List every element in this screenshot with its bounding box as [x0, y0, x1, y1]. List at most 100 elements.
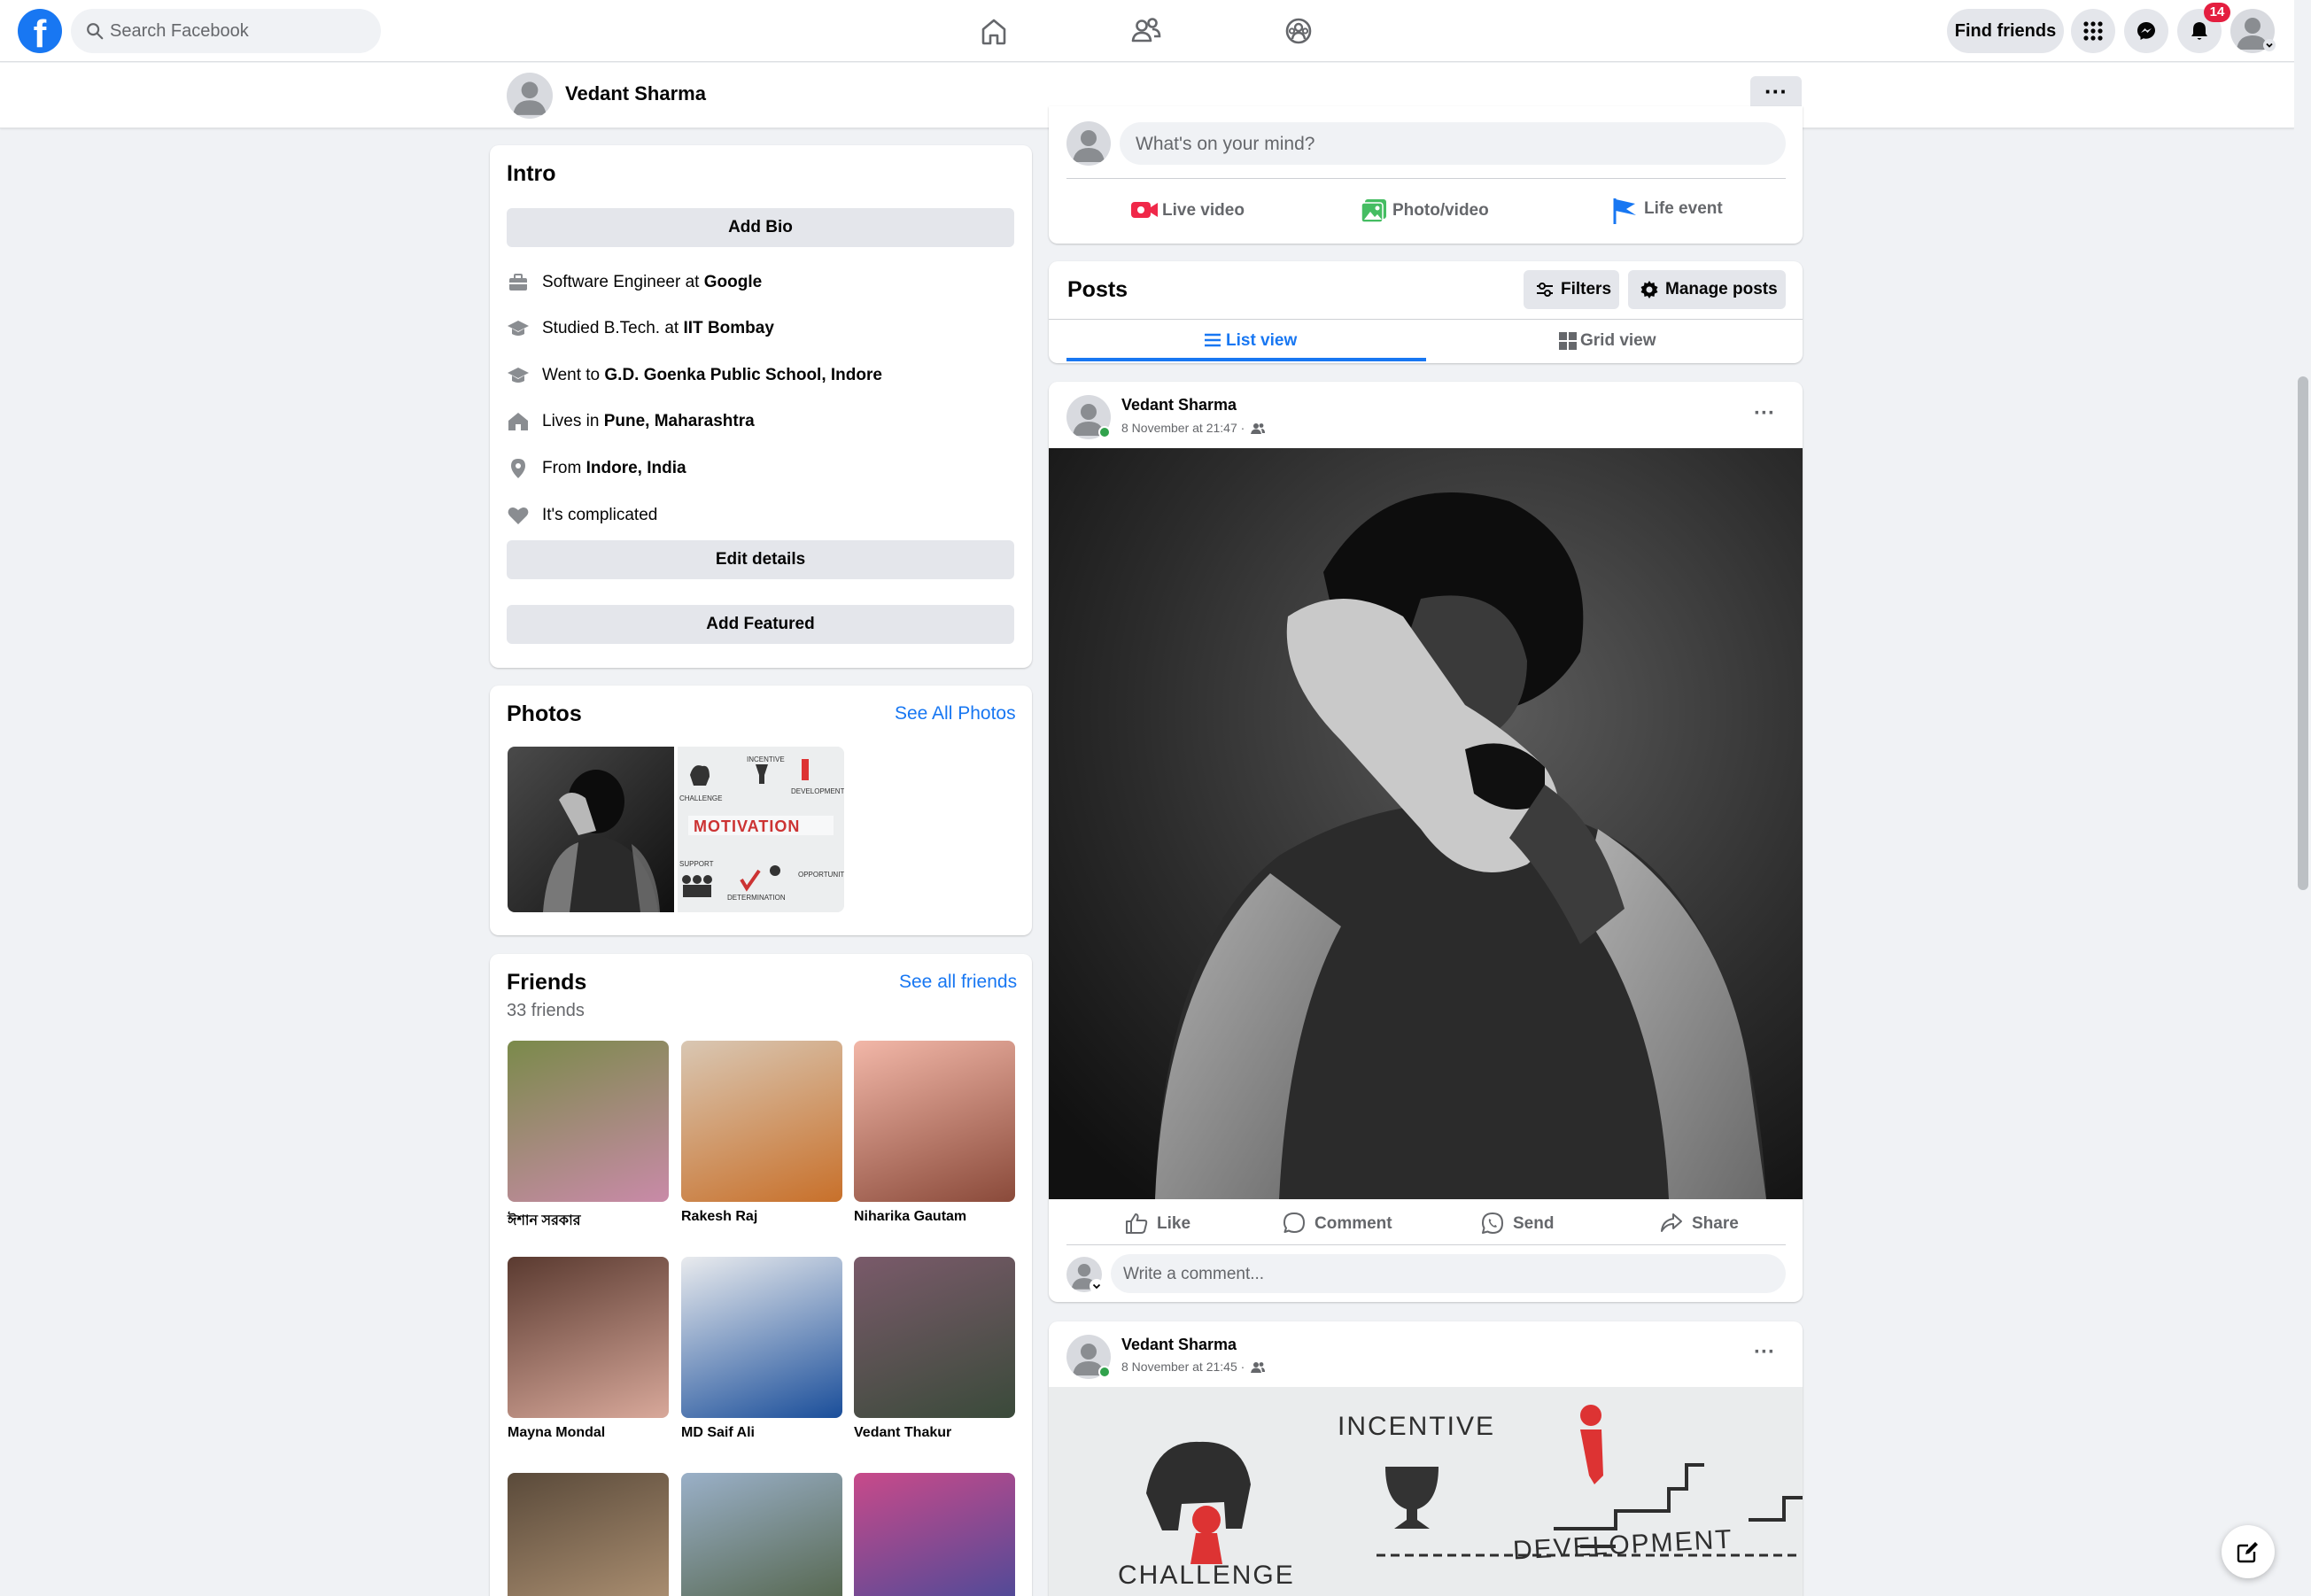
intro-work-company[interactable]: Google	[704, 273, 762, 291]
photo-icon	[1361, 199, 1386, 223]
friend-tile[interactable]: MD Saif Ali	[681, 1257, 842, 1441]
post-timestamp[interactable]: 8 November at 21:45 ·	[1121, 1360, 1266, 1374]
post-image[interactable]	[1049, 448, 1803, 1199]
default-avatar-icon	[513, 81, 547, 115]
location-pin-icon	[511, 459, 525, 478]
post-author-name[interactable]: Vedant Sharma	[1121, 396, 1237, 414]
friend-tile[interactable]: ঈশান সরকার	[508, 1041, 669, 1233]
chevron-down-icon[interactable]	[2263, 39, 2276, 51]
friend-tile[interactable]	[508, 1473, 669, 1596]
post-timestamp[interactable]: 8 November at 21:47 ·	[1121, 421, 1266, 435]
post-author-name[interactable]: Vedant Sharma	[1121, 1336, 1237, 1354]
friend-tile[interactable]: Mayna Mondal	[508, 1257, 669, 1441]
friend-tile[interactable]	[854, 1473, 1015, 1596]
search-input[interactable]	[110, 9, 367, 53]
chevron-down-icon[interactable]	[1090, 1279, 1104, 1293]
friend-photo[interactable]	[681, 1473, 842, 1596]
intro-hometown[interactable]: Indore, India	[586, 459, 686, 477]
flag-icon	[1613, 198, 1636, 224]
gear-icon	[1640, 281, 1658, 298]
friend-name[interactable]: Mayna Mondal	[508, 1425, 669, 1441]
motivation-word: MOTIVATION	[694, 817, 801, 835]
friend-tile[interactable]	[681, 1473, 842, 1596]
intro-city[interactable]: Pune, Maharashtra	[604, 412, 755, 430]
profile-avatar[interactable]	[507, 73, 553, 119]
find-friends-button[interactable]: Find friends	[1947, 9, 2064, 53]
see-all-photos-link[interactable]: See All Photos	[895, 703, 1016, 724]
friend-tile[interactable]: Rakesh Raj	[681, 1041, 842, 1225]
motivation-word: INCENTIVE	[747, 755, 785, 763]
friends-title: Friends	[507, 970, 587, 995]
portrait-photo	[508, 747, 674, 912]
list-icon	[1205, 333, 1221, 347]
post-options-button[interactable]: ···	[1749, 1342, 1780, 1364]
friend-photo[interactable]	[854, 1473, 1015, 1596]
groups-nav-icon[interactable]	[1281, 13, 1316, 49]
friend-photo[interactable]	[854, 1041, 1015, 1202]
live-video-icon	[1131, 202, 1158, 218]
friends-audience-icon	[1251, 423, 1266, 434]
share-arrow-icon	[1661, 1213, 1682, 1232]
friend-photo[interactable]	[508, 1257, 669, 1418]
scrollbar-thumb[interactable]	[2298, 376, 2308, 890]
motivation-word: DETERMINATION	[727, 894, 786, 902]
add-bio-button[interactable]: Add Bio	[507, 208, 1014, 247]
friend-name[interactable]: ঈশান সরকার	[508, 1209, 669, 1233]
friend-photo[interactable]	[681, 1257, 842, 1418]
friends-audience-icon	[1251, 1362, 1266, 1373]
home-nav-icon[interactable]	[976, 13, 1012, 49]
filters-button[interactable]: Filters	[1524, 270, 1619, 309]
friend-name[interactable]: Rakesh Raj	[681, 1209, 842, 1225]
portrait-photo	[1049, 448, 1803, 1199]
friend-tile[interactable]: Vedant Thakur	[854, 1257, 1015, 1441]
bell-icon	[2191, 22, 2207, 40]
grid-view-tab[interactable]: Grid view	[1426, 321, 1786, 361]
friend-photo[interactable]	[854, 1257, 1015, 1418]
graduation-cap-icon	[508, 321, 529, 336]
online-status-dot	[1098, 1366, 1111, 1378]
posts-title: Posts	[1067, 277, 1128, 302]
menu-button[interactable]	[2071, 9, 2115, 53]
friend-name[interactable]: Vedant Thakur	[854, 1425, 1015, 1441]
comment-bubble-icon	[1283, 1212, 1305, 1233]
friend-name[interactable]: MD Saif Ali	[681, 1425, 842, 1441]
compose-icon	[2237, 1542, 2258, 1563]
new-message-button[interactable]	[2222, 1525, 2275, 1578]
friend-photo[interactable]	[508, 1041, 669, 1202]
post-image[interactable]: INCENTIVE DEVELOPMENT CHALLENGE	[1049, 1387, 1803, 1596]
thumbs-up-icon	[1126, 1213, 1148, 1234]
intro-college-name[interactable]: IIT Bombay	[684, 319, 774, 337]
messenger-button[interactable]	[2124, 9, 2168, 53]
profile-name[interactable]: Vedant Sharma	[565, 82, 706, 105]
search-icon	[87, 23, 104, 40]
friend-name[interactable]: Niharika Gautam	[854, 1209, 1015, 1225]
friend-photo[interactable]	[508, 1473, 669, 1596]
graduation-cap-icon	[508, 368, 529, 383]
edit-details-button[interactable]: Edit details	[507, 540, 1014, 579]
grid-icon	[1559, 332, 1577, 350]
active-tab-indicator	[1066, 358, 1426, 361]
friend-tile[interactable]: Niharika Gautam	[854, 1041, 1015, 1225]
divider	[1066, 1244, 1786, 1245]
manage-posts-button[interactable]: Manage posts	[1628, 270, 1786, 309]
add-featured-button[interactable]: Add Featured	[507, 605, 1014, 644]
photos-title: Photos	[507, 701, 582, 726]
status-input[interactable]: What's on your mind?	[1120, 122, 1786, 165]
search-box[interactable]	[71, 9, 381, 53]
list-view-tab[interactable]: List view	[1066, 321, 1426, 361]
intro-school-name[interactable]: G.D. Goenka Public School, Indore	[604, 366, 882, 384]
comment-input[interactable]: Write a comment...	[1111, 1254, 1786, 1293]
photo-thumbnail[interactable]	[508, 747, 674, 912]
photo-thumbnail[interactable]: INCENTIVE CHALLENGE DEVELOPMENT MOTIVATI…	[678, 747, 844, 912]
whatsapp-icon	[1482, 1212, 1503, 1234]
post-options-button[interactable]: ···	[1749, 403, 1780, 425]
online-status-dot	[1098, 426, 1111, 438]
composer-avatar[interactable]	[1066, 121, 1111, 166]
briefcase-icon	[509, 274, 527, 291]
facebook-logo[interactable]: f	[18, 9, 62, 53]
friends-nav-icon[interactable]	[1128, 13, 1164, 49]
divider	[1066, 178, 1786, 179]
motivation-word: SUPPORT	[679, 860, 714, 868]
see-all-friends-link[interactable]: See all friends	[899, 972, 1017, 993]
friend-photo[interactable]	[681, 1041, 842, 1202]
